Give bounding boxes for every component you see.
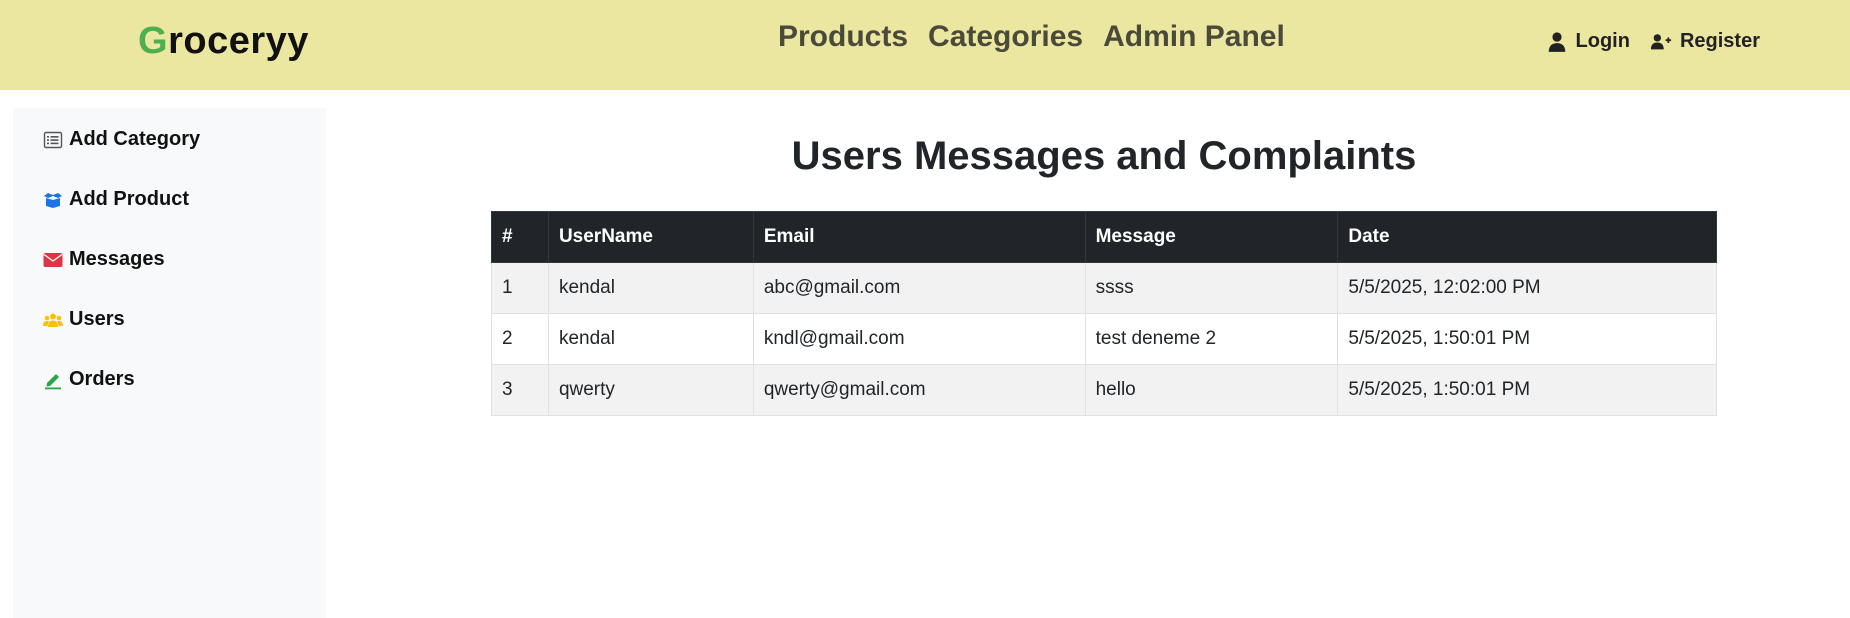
top-navbar: Groceryy Products Categories Admin Panel… — [0, 0, 1850, 90]
column-header-date: Date — [1337, 211, 1717, 263]
envelope-icon — [43, 250, 63, 270]
nav-categories[interactable]: Categories — [928, 20, 1083, 54]
table-row: 1 kendal abc@gmail.com ssss 5/5/2025, 12… — [491, 262, 1717, 314]
table-header-row: # UserName Email Message Date — [491, 211, 1717, 263]
brand-first-letter: G — [138, 20, 169, 62]
column-header-number: # — [491, 211, 549, 263]
register-label: Register — [1679, 30, 1760, 52]
messages-table: # UserName Email Message Date 1 kendal a… — [491, 211, 1717, 416]
sidebar-item-messages[interactable]: Messages — [43, 248, 165, 271]
column-header-email: Email — [752, 211, 1086, 263]
column-header-message: Message — [1084, 211, 1339, 263]
users-icon — [43, 310, 63, 330]
cell-username: kendal — [547, 313, 754, 365]
register-link[interactable]: Register — [1650, 30, 1760, 53]
cell-message: hello — [1084, 364, 1339, 416]
table-row: 2 kendal kndl@gmail.com test deneme 2 5/… — [491, 313, 1717, 365]
cell-number: 2 — [491, 313, 549, 365]
pen-icon — [43, 370, 63, 390]
user-icon — [1548, 31, 1565, 52]
brand-name-rest: roceryy — [168, 20, 309, 62]
cell-username: kendal — [547, 262, 754, 314]
box-icon — [43, 190, 63, 210]
cell-date: 5/5/2025, 1:50:01 PM — [1337, 313, 1717, 365]
page-title: Users Messages and Complaints — [791, 134, 1417, 178]
nav-products[interactable]: Products — [778, 20, 908, 54]
main-nav: Products Categories Admin Panel — [778, 20, 1285, 54]
cell-date: 5/5/2025, 1:50:01 PM — [1337, 364, 1717, 416]
sidebar-item-users[interactable]: Users — [43, 308, 125, 331]
sidebar-item-add-category[interactable]: Add Category — [43, 128, 200, 151]
sidebar-item-label: Add Category — [69, 128, 201, 150]
auth-links: Login Register — [1546, 30, 1760, 53]
cell-number: 1 — [491, 262, 549, 314]
cell-number: 3 — [491, 364, 549, 416]
sidebar-item-label: Messages — [69, 248, 165, 270]
sidebar-item-orders[interactable]: Orders — [43, 368, 135, 391]
table-row: 3 qwerty qwerty@gmail.com hello 5/5/2025… — [491, 364, 1717, 416]
sidebar-item-label: Users — [69, 308, 125, 330]
cell-username: qwerty — [547, 364, 754, 416]
cell-message: test deneme 2 — [1084, 313, 1339, 365]
column-header-username: UserName — [547, 211, 754, 263]
cell-message: ssss — [1084, 262, 1339, 314]
user-plus-icon — [1650, 33, 1672, 49]
cell-email: qwerty@gmail.com — [752, 364, 1086, 416]
list-icon — [43, 130, 63, 150]
cell-email: kndl@gmail.com — [752, 313, 1086, 365]
nav-admin-panel[interactable]: Admin Panel — [1103, 20, 1285, 54]
brand-logo[interactable]: Groceryy — [138, 20, 309, 63]
sidebar-item-label: Orders — [69, 368, 135, 390]
admin-sidebar: Add Category Add Product Messages Users … — [13, 108, 326, 618]
sidebar-item-label: Add Product — [69, 188, 189, 210]
login-link[interactable]: Login — [1546, 30, 1630, 53]
sidebar-item-add-product[interactable]: Add Product — [43, 188, 189, 211]
cell-email: abc@gmail.com — [752, 262, 1086, 314]
cell-date: 5/5/2025, 12:02:00 PM — [1337, 262, 1717, 314]
login-label: Login — [1575, 30, 1630, 52]
